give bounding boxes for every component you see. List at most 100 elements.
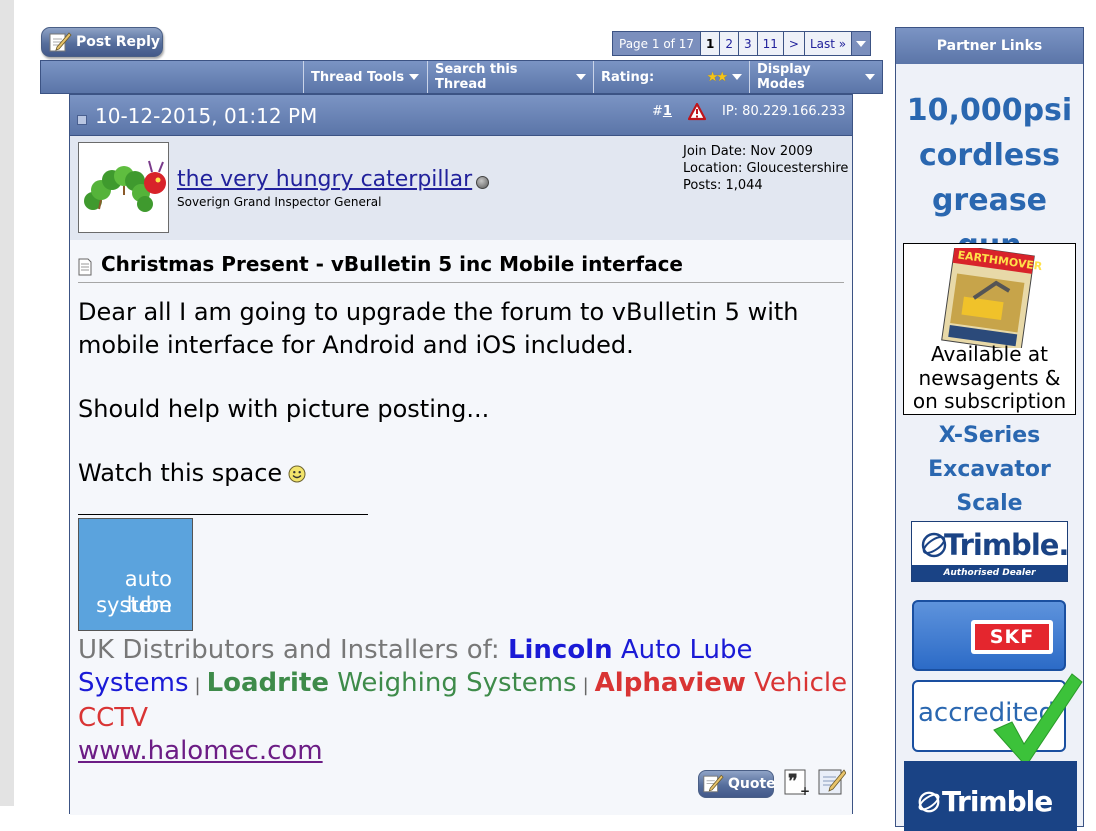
quote-button[interactable]: Quote: [698, 770, 776, 798]
post-ip: IP: 80.229.166.233: [722, 104, 846, 119]
chevron-down-icon: [732, 74, 742, 80]
pagination-last[interactable]: Last »: [804, 32, 852, 55]
trimble-band: Authorised Dealer: [912, 565, 1067, 581]
ad-line: newsagents &: [918, 365, 1061, 390]
chevron-down-icon: [409, 74, 420, 80]
ad-accredited[interactable]: accredited: [912, 673, 1083, 767]
skf-logo: SKF: [971, 620, 1053, 654]
title-divider: [78, 282, 844, 283]
search-thread-label: Search this Thread: [435, 62, 518, 92]
magazine-cover-icon: EARTHMOVERS: [941, 248, 1042, 348]
post-status-icon: [77, 115, 87, 125]
message-text: Watch this space: [78, 459, 283, 487]
page-left-margin: [0, 0, 14, 806]
brand-separator: |: [582, 675, 589, 696]
rating-stars-icon: ★★: [706, 69, 728, 85]
location: Location: Gloucestershire: [683, 161, 849, 176]
ad-trimble-dealer[interactable]: Trimble. Authorised Dealer: [911, 521, 1069, 582]
trimble-globe-icon: [918, 791, 940, 813]
caterpillar-avatar-icon: [84, 160, 166, 212]
report-warning-icon[interactable]: [688, 103, 706, 121]
search-thread-menu[interactable]: Search this Thread: [427, 61, 593, 93]
quick-reply-icon[interactable]: [818, 767, 846, 797]
pagination-page-2[interactable]: 2: [720, 32, 738, 55]
check-icon: [993, 673, 1083, 767]
display-modes-label: Display Modes: [757, 62, 811, 92]
post-date: 10-12-2015, 01:12 PM: [95, 104, 318, 128]
trimble-word: Trimble.: [944, 528, 1069, 562]
pagination-page-11[interactable]: 11: [757, 32, 783, 55]
post-count: Posts: 1,044: [683, 178, 763, 193]
message-paragraph: Watch this space: [78, 457, 848, 490]
offline-status-icon: [476, 176, 489, 189]
post-title: Christmas Present - vBulletin 5 inc Mobi…: [101, 252, 683, 276]
skf-word: SKF: [975, 624, 1049, 650]
svg-text:+: +: [800, 784, 810, 797]
signature-text: UK Distributors and Installers of: Linco…: [78, 634, 848, 768]
username-link[interactable]: the very hungry caterpillar: [177, 167, 472, 192]
ad-skf[interactable]: SKF: [912, 600, 1066, 671]
thread-tools-label: Thread Tools: [311, 69, 405, 85]
display-modes-menu[interactable]: Display Modes: [749, 61, 882, 93]
ad-line: X-Series: [938, 423, 1041, 448]
pagination: Page 1 of 17 1 2 3 11 > Last »: [612, 31, 872, 56]
user-title: Soverign Grand Inspector General: [177, 195, 382, 209]
message-paragraph: Dear all I am going to upgrade the forum…: [78, 298, 799, 359]
ad-x-series-scale[interactable]: X-Series Excavator Scale: [902, 419, 1077, 521]
thread-tools-bar: Thread Tools Search this Thread Rating: …: [40, 60, 883, 94]
quote-label: Quote: [728, 776, 776, 792]
post-user-info: the very hungry caterpillar Soverign Gra…: [70, 136, 852, 240]
thread-tools-menu[interactable]: Thread Tools: [303, 61, 427, 93]
pagination-dropdown[interactable]: [852, 32, 871, 55]
brand-lincoln: Lincoln: [507, 635, 613, 665]
partner-links-sidebar: Partner Links 10,000psi cordless grease …: [895, 27, 1084, 831]
logo-line-2: system: [96, 593, 172, 617]
post-number-link[interactable]: 1: [663, 104, 672, 119]
multi-quote-icon[interactable]: ❞ +: [784, 767, 812, 797]
quote-pen-icon: [703, 774, 724, 793]
ad-line: Available at: [931, 342, 1048, 366]
brand-loadrite-desc: Weighing Systems: [328, 668, 577, 698]
ad-caption: Available at newsagents & on subscriptio…: [904, 342, 1075, 414]
post-body: Christmas Present - vBulletin 5 inc Mobi…: [70, 240, 852, 815]
pagination-label: Page 1 of 17: [613, 32, 700, 55]
signature-intro: UK Distributors and Installers of:: [78, 635, 508, 665]
pagination-next[interactable]: >: [783, 32, 804, 55]
post-title-icon: [78, 258, 92, 276]
pagination-page-3[interactable]: 3: [738, 32, 757, 55]
chevron-down-icon: [865, 74, 875, 80]
ad-trimble-banner[interactable]: Trimble: [904, 761, 1077, 831]
auto-lube-logo: auto lube system: [78, 518, 193, 631]
brand-alphaview: Alphaview: [594, 668, 746, 698]
ad-line: 10,000psi: [906, 93, 1073, 128]
message-paragraph: Should help with picture posting...: [78, 395, 490, 423]
post-header: 10-12-2015, 01:12 PM #1 IP: 80.229.166.2…: [70, 95, 852, 136]
chevron-down-icon: [856, 40, 867, 47]
pagination-current-page: 1: [700, 32, 720, 55]
ad-line: Scale: [956, 491, 1023, 516]
chevron-down-icon: [576, 74, 586, 80]
sidebar-title: Partner Links: [896, 28, 1083, 64]
user-stats: Join Date: Nov 2009 Location: Gloucester…: [683, 143, 848, 194]
signature-website-link[interactable]: www.halomec.com: [78, 736, 323, 766]
brand-loadrite: Loadrite: [206, 668, 329, 698]
post-reply-button[interactable]: Post Reply: [41, 27, 163, 57]
ad-earthmovers-magazine[interactable]: EARTHMOVERS Available at newsagents & on…: [903, 243, 1076, 415]
avatar[interactable]: [78, 142, 169, 233]
rating-menu[interactable]: Rating: ★★: [593, 61, 749, 93]
rating-label: Rating:: [601, 69, 655, 85]
smiley-icon: [288, 465, 306, 483]
post-message: Dear all I am going to upgrade the forum…: [78, 296, 848, 490]
post-container: 10-12-2015, 01:12 PM #1 IP: 80.229.166.2…: [69, 94, 853, 815]
svg-text:❞: ❞: [788, 771, 798, 792]
trimble-word: Trimble: [942, 785, 1053, 818]
post-number-prefix: #: [652, 104, 663, 119]
join-date: Join Date: Nov 2009: [683, 144, 813, 159]
ad-line: cordless: [918, 138, 1060, 173]
ad-line: Excavator: [928, 457, 1051, 482]
brand-separator: |: [194, 675, 201, 696]
post-number: #1: [652, 104, 672, 119]
signature-divider: [78, 514, 368, 515]
post-reply-label: Post Reply: [76, 34, 160, 50]
ad-grease-gun[interactable]: 10,000psi cordless grease gun: [901, 88, 1078, 268]
